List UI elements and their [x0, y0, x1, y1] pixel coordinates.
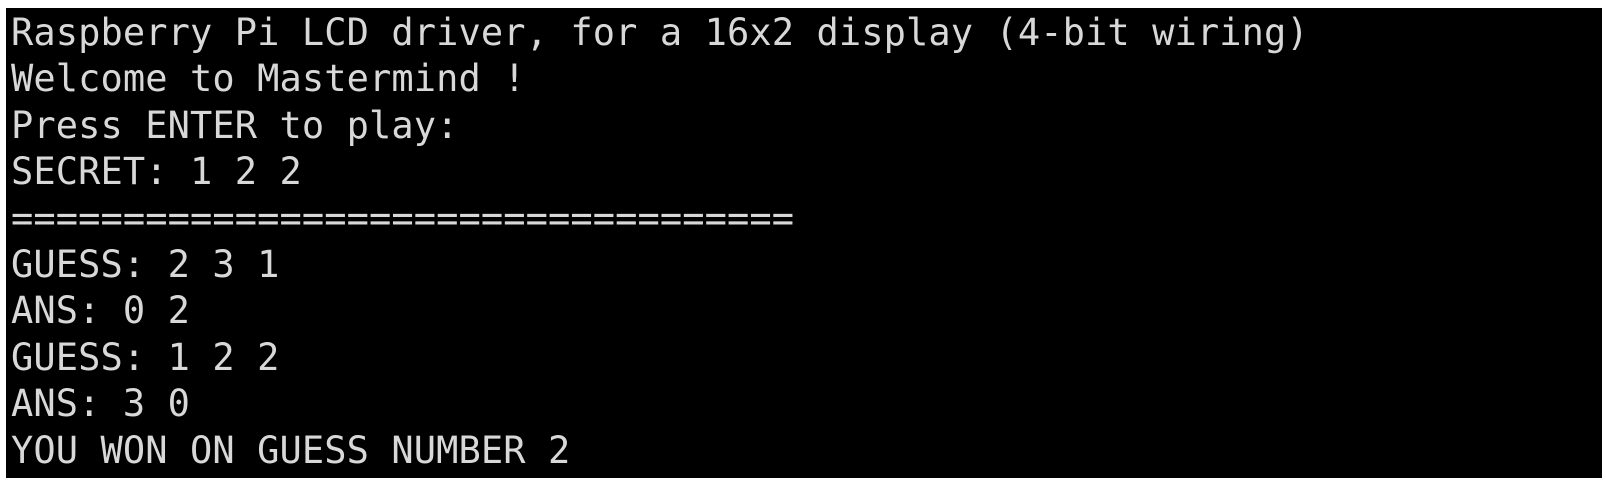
terminal-line-answer-2: ANS: 3 0	[11, 382, 191, 426]
terminal-output: Raspberry Pi LCD driver, for a 16x2 disp…	[11, 10, 1309, 474]
terminal-line-prompt: Press ENTER to play:	[11, 103, 459, 147]
terminal-line-result: YOU WON ON GUESS NUMBER 2	[11, 428, 571, 472]
terminal-line-secret: SECRET: 1 2 2	[11, 150, 302, 194]
terminal-line-guess-1: GUESS: 2 3 1	[11, 242, 280, 286]
terminal-line-separator: ===================================	[11, 196, 795, 240]
terminal-window[interactable]: Raspberry Pi LCD driver, for a 16x2 disp…	[6, 8, 1602, 478]
terminal-line-driver-info: Raspberry Pi LCD driver, for a 16x2 disp…	[11, 11, 1309, 54]
terminal-line-guess-2: GUESS: 1 2 2	[11, 335, 280, 379]
terminal-line-answer-1: ANS: 0 2	[11, 289, 191, 333]
terminal-line-welcome: Welcome to Mastermind !	[11, 57, 526, 101]
